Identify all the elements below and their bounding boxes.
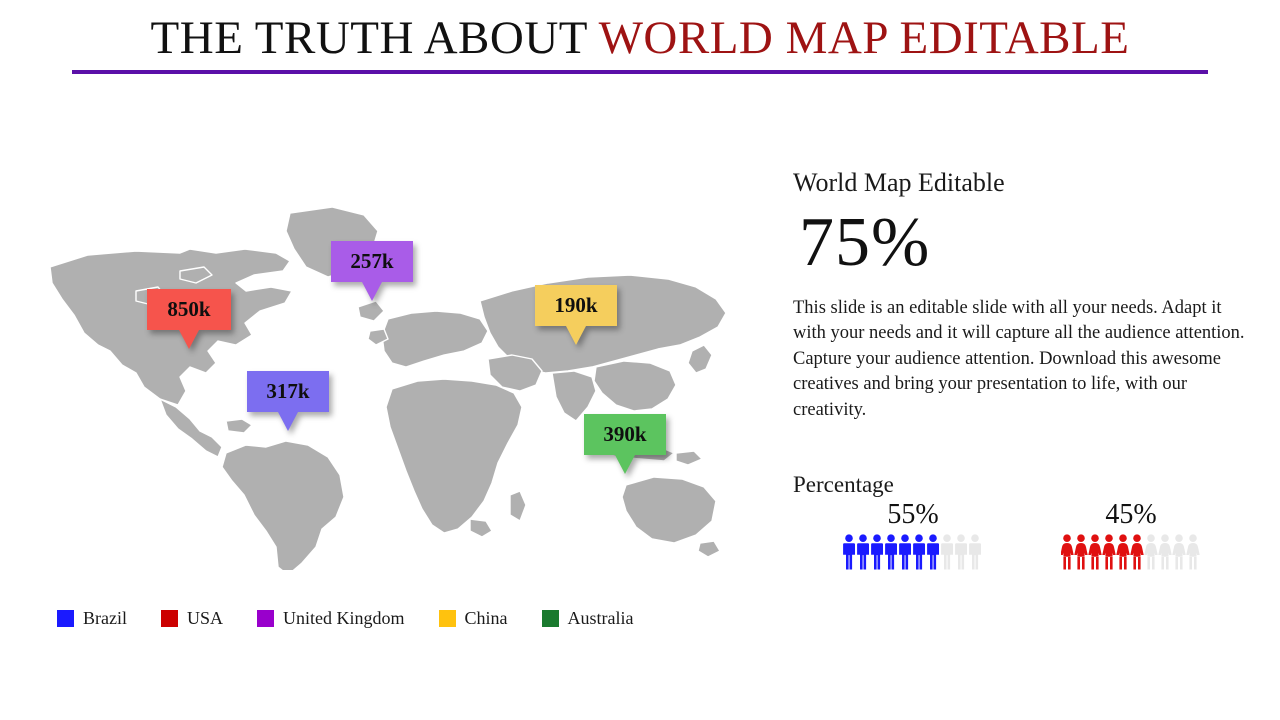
- legend-swatch-usa: [160, 610, 178, 627]
- map-marker-china[interactable]: 190k: [535, 285, 617, 345]
- map-marker-china-value: 190k: [535, 285, 617, 326]
- legend-item-usa[interactable]: USA: [160, 608, 223, 629]
- title-underline-rule: [72, 70, 1208, 74]
- map-marker-usa-value: 850k: [147, 289, 231, 330]
- legend-item-brazil[interactable]: Brazil: [57, 608, 127, 629]
- legend-item-china[interactable]: China: [438, 608, 508, 629]
- person-female-icons: [1061, 534, 1200, 570]
- legend-swatch-united-kingdom: [257, 610, 274, 627]
- map-marker-australia[interactable]: 390k: [584, 414, 666, 474]
- panel-body-text: This slide is an editable slide with all…: [793, 297, 1245, 420]
- percentage-section: Percentage 55% 45%: [793, 472, 1213, 570]
- pictogram-row-male: [843, 534, 983, 570]
- percentage-label: Percentage: [793, 472, 894, 497]
- pictogram-groups: 55% 45%: [793, 499, 1213, 570]
- map-marker-brazil-value: 317k: [247, 371, 329, 412]
- legend-swatch-china: [438, 610, 456, 627]
- pictogram-value-female: 45%: [1105, 499, 1157, 531]
- map-marker-brazil[interactable]: 317k: [247, 371, 329, 431]
- title-accent-text: WORLD MAP EDITABLE: [598, 12, 1130, 64]
- legend-label-australia: Australia: [567, 608, 634, 628]
- pictogram-group-male: 55%: [843, 499, 983, 570]
- map-marker-china-tail: [566, 326, 586, 345]
- world-map-panel: 850k 257k 190k 317k 390k: [40, 195, 770, 570]
- map-marker-brazil-tail: [278, 412, 298, 431]
- map-marker-australia-value: 390k: [584, 414, 666, 455]
- map-marker-united-kingdom-value: 257k: [331, 241, 413, 282]
- map-marker-usa[interactable]: 850k: [147, 289, 231, 349]
- pictogram-row-female: [1061, 534, 1201, 570]
- legend-swatch-brazil: [57, 610, 74, 627]
- title-plain-text: THE TRUTH ABOUT: [150, 12, 599, 64]
- person-male-icons: [843, 534, 981, 570]
- legend-label-usa: USA: [186, 608, 223, 628]
- legend-label-brazil: Brazil: [83, 608, 127, 628]
- panel-heading: World Map Editable: [793, 168, 1005, 197]
- right-content-panel: World Map Editable 75% This slide is an …: [793, 168, 1263, 423]
- map-marker-united-kingdom-tail: [362, 282, 382, 301]
- legend-item-united-kingdom[interactable]: United Kingdom: [257, 608, 405, 629]
- map-marker-united-kingdom[interactable]: 257k: [331, 241, 413, 301]
- pictogram-value-male: 55%: [887, 499, 939, 531]
- legend-swatch-australia: [541, 610, 559, 627]
- pictogram-group-female: 45%: [1061, 499, 1201, 570]
- map-marker-usa-tail: [179, 330, 199, 349]
- legend-item-australia[interactable]: Australia: [541, 608, 634, 629]
- panel-big-stat: 75%: [799, 203, 931, 281]
- legend-label-united-kingdom: United Kingdom: [283, 608, 405, 628]
- slide-title: THE TRUTH ABOUT WORLD MAP EDITABLE: [0, 12, 1280, 64]
- map-marker-australia-tail: [615, 455, 635, 474]
- map-legend: Brazil USA United Kingdom China Australi…: [57, 608, 667, 629]
- legend-label-china: China: [464, 608, 508, 628]
